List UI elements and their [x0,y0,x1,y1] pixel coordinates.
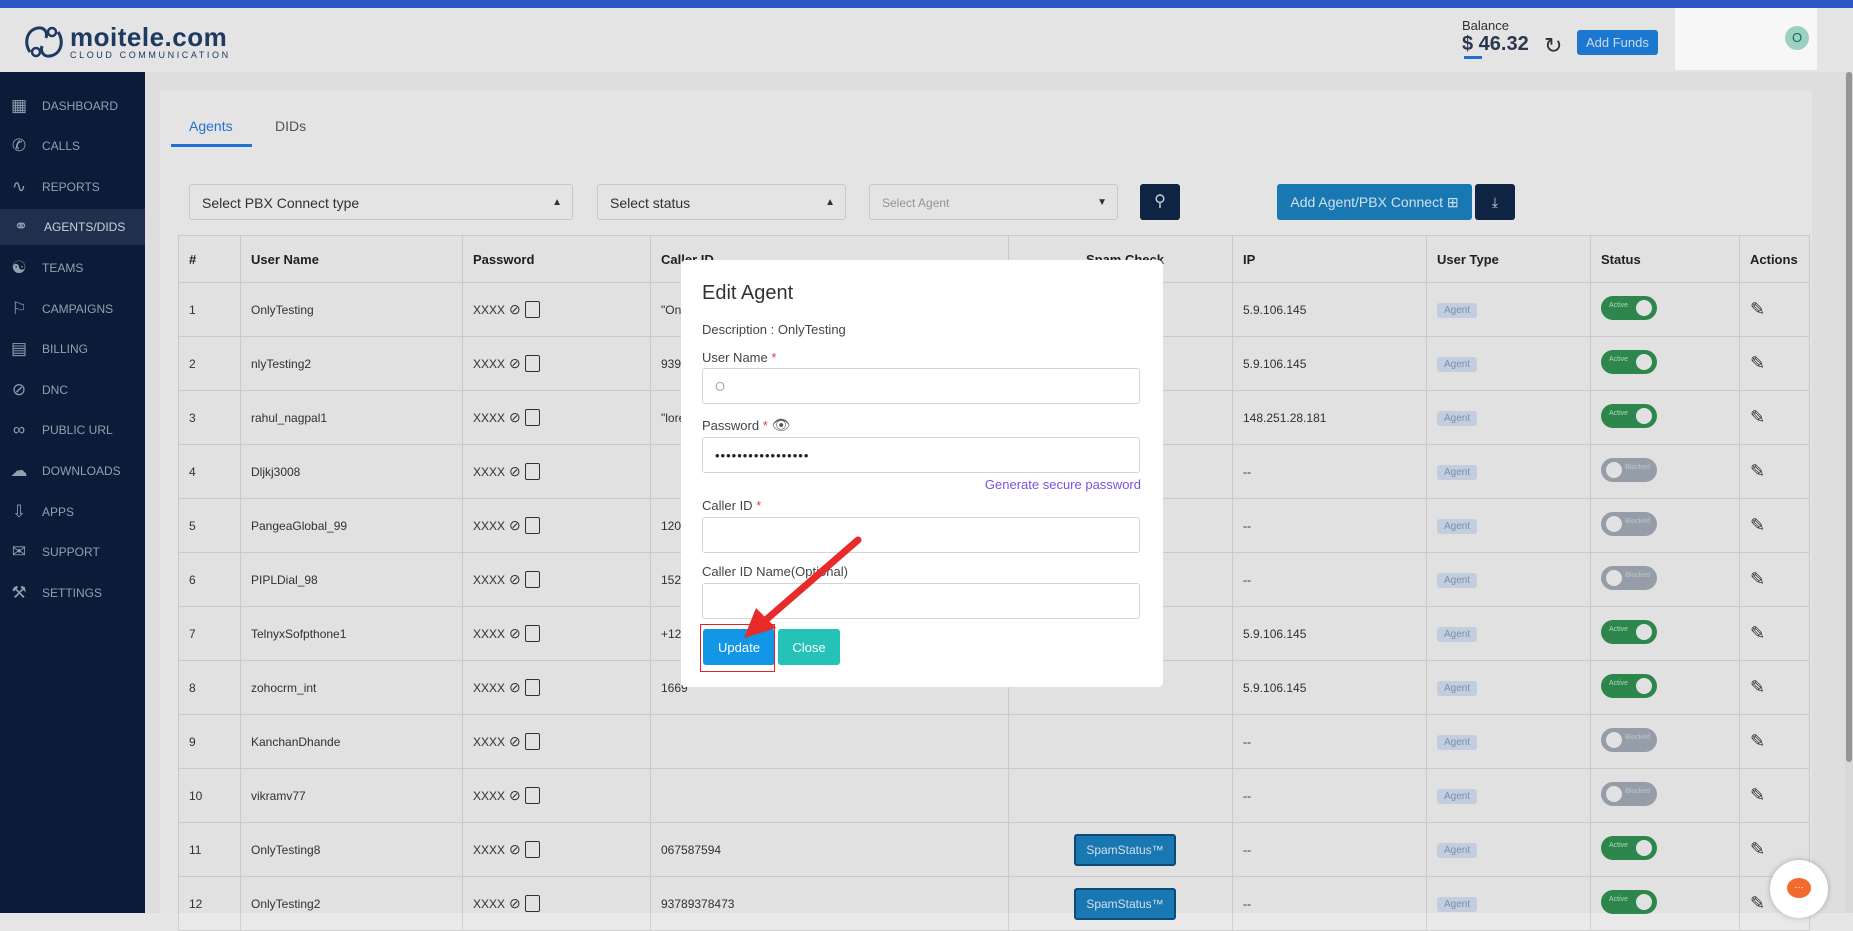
chat-icon: … [1787,878,1811,898]
required-mark: * [756,498,762,513]
required-mark: * [762,418,768,433]
username-label-text: User Name [702,350,768,365]
required-mark: * [771,350,777,365]
chat-widget-button[interactable]: … [1770,860,1828,918]
modal-description: Description : OnlyTesting [702,322,846,337]
password-label: Password * 👁 [702,416,791,434]
eye-icon[interactable]: 👁 [772,416,791,434]
callerid-label-text: Caller ID [702,498,753,513]
annotation-arrow [744,536,862,638]
password-input[interactable] [702,437,1140,473]
username-input[interactable] [702,368,1140,404]
callerid-label: Caller ID * [702,498,761,513]
generate-password-link[interactable]: Generate secure password [985,477,1141,492]
password-label-text: Password [702,418,760,433]
username-label: User Name * [702,350,776,365]
modal-title: Edit Agent [702,282,794,304]
